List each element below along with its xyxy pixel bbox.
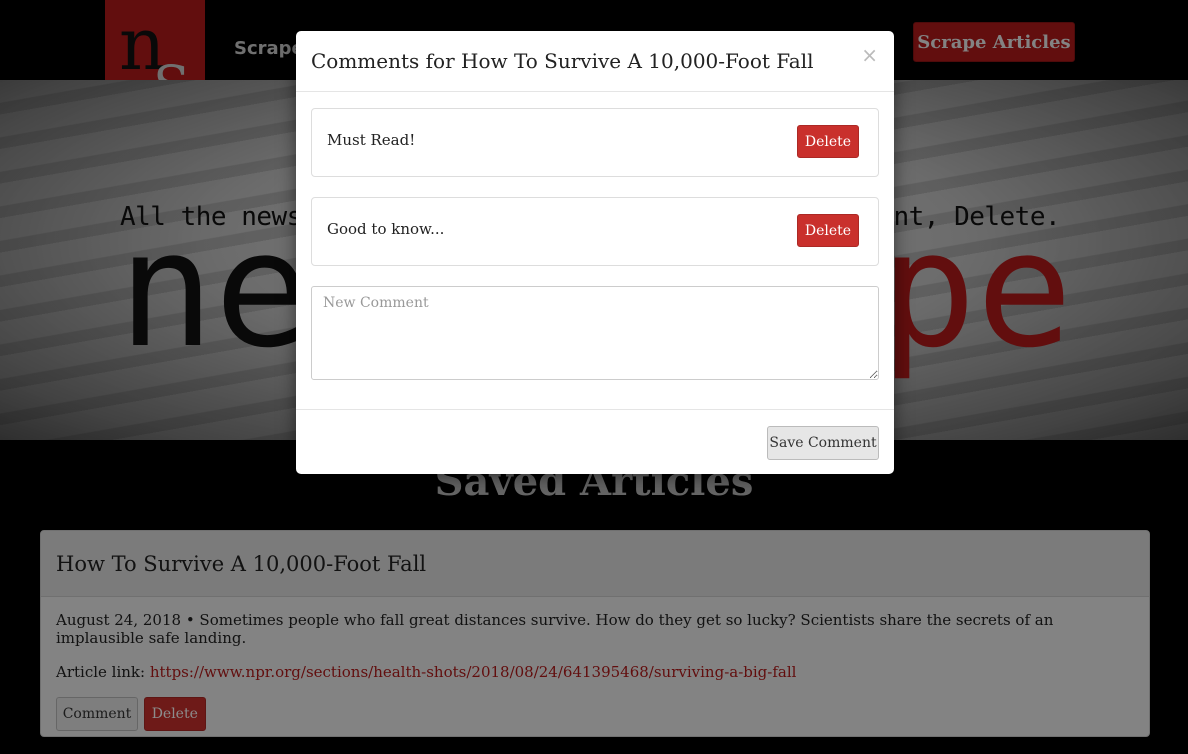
close-icon[interactable]: ×: [861, 43, 878, 67]
new-comment-textarea[interactable]: [311, 286, 879, 380]
comment-text: Must Read!: [327, 131, 416, 149]
modal-footer: Save Comment: [296, 409, 894, 474]
save-comment-button[interactable]: Save Comment: [767, 426, 879, 460]
comment-delete-button[interactable]: Delete: [797, 125, 859, 158]
comments-modal: Comments for How To Survive A 10,000-Foo…: [296, 31, 894, 474]
comment-item: Must Read! Delete: [311, 108, 879, 177]
comment-delete-button[interactable]: Delete: [797, 214, 859, 247]
modal-header: Comments for How To Survive A 10,000-Foo…: [296, 31, 894, 92]
comment-item: Good to know... Delete: [311, 197, 879, 266]
modal-title: Comments for How To Survive A 10,000-Foo…: [311, 49, 814, 73]
comment-text: Good to know...: [327, 220, 445, 238]
